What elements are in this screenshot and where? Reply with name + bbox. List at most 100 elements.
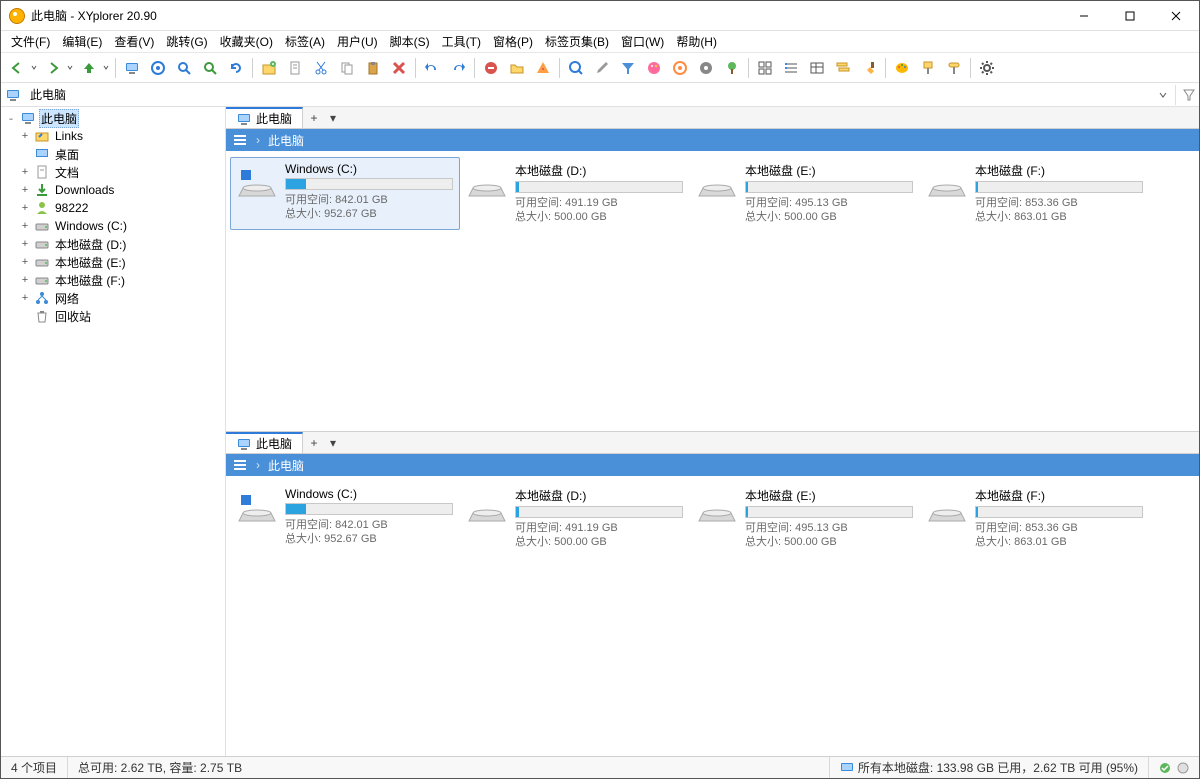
tree-expander[interactable]: + [19, 220, 31, 232]
tree-expander[interactable]: ˗ [5, 112, 17, 124]
tab-dropdown-icon[interactable]: ▾ [325, 432, 341, 453]
zoom-blue-icon[interactable] [564, 56, 588, 80]
up-icon[interactable] [77, 56, 101, 80]
folder-tree[interactable]: ˗此电脑+Links桌面+文档+Downloads+98222+Windows … [1, 107, 226, 756]
menu-item[interactable]: 窗格(P) [487, 31, 539, 52]
drive-item[interactable]: 本地磁盘 (F:)可用空间: 853.36 GB总大小: 863.01 GB [920, 482, 1150, 555]
tree-expander[interactable]: + [19, 130, 31, 142]
menu-item[interactable]: 跳转(G) [160, 31, 213, 52]
menu-item[interactable]: 标签页集(B) [539, 31, 615, 52]
target-orange-icon[interactable] [668, 56, 692, 80]
close-button[interactable] [1153, 1, 1199, 31]
hamburger-icon[interactable] [232, 460, 248, 470]
tree-item[interactable]: +文档 [1, 163, 225, 181]
menu-item[interactable]: 查看(V) [108, 31, 160, 52]
tab-add-button[interactable]: + [303, 107, 325, 128]
details-icon[interactable] [779, 56, 803, 80]
tree-item[interactable]: +网络 [1, 289, 225, 307]
drive-item[interactable]: Windows (C:)可用空间: 842.01 GB总大小: 952.67 G… [230, 157, 460, 230]
menu-item[interactable]: 用户(U) [331, 31, 384, 52]
tree-item[interactable]: 桌面 [1, 145, 225, 163]
breadcrumb-item[interactable]: 此电脑 [268, 457, 304, 474]
tree-expander[interactable]: + [19, 184, 31, 196]
back-icon-dropdown[interactable] [29, 56, 39, 80]
menu-item[interactable]: 收藏夹(O) [214, 31, 279, 52]
list-icon[interactable] [805, 56, 829, 80]
tree-expander[interactable]: + [19, 256, 31, 268]
copy-icon[interactable] [335, 56, 359, 80]
tree-expander[interactable]: + [19, 238, 31, 250]
tree-expander[interactable]: + [19, 166, 31, 178]
drive-item[interactable]: 本地磁盘 (E:)可用空间: 495.13 GB总大小: 500.00 GB [690, 482, 920, 555]
search-blue-icon[interactable] [172, 56, 196, 80]
drive-item[interactable]: 本地磁盘 (D:)可用空间: 491.19 GB总大小: 500.00 GB [460, 157, 690, 230]
target-icon[interactable] [146, 56, 170, 80]
tree-expander[interactable]: + [19, 202, 31, 214]
menu-item[interactable]: 编辑(E) [56, 31, 108, 52]
refresh-icon[interactable] [224, 56, 248, 80]
drive-item[interactable]: 本地磁盘 (F:)可用空间: 853.36 GB总大小: 863.01 GB [920, 157, 1150, 230]
palette-icon[interactable] [642, 56, 666, 80]
folder-yellow-icon[interactable] [505, 56, 529, 80]
roller-icon[interactable] [942, 56, 966, 80]
monitor-icon[interactable] [120, 56, 144, 80]
up-icon-dropdown[interactable] [101, 56, 111, 80]
menu-item[interactable]: 脚本(S) [384, 31, 436, 52]
breadcrumb-item[interactable]: 此电脑 [268, 132, 304, 149]
menu-item[interactable]: 工具(T) [436, 31, 487, 52]
cut-icon[interactable] [309, 56, 333, 80]
search-green-icon[interactable] [198, 56, 222, 80]
brush-icon[interactable] [857, 56, 881, 80]
openwith-icon[interactable] [257, 56, 281, 80]
tree-item[interactable]: 回收站 [1, 307, 225, 325]
pizza-icon[interactable] [531, 56, 555, 80]
tree-item[interactable]: +98222 [1, 199, 225, 217]
tree-expander[interactable]: + [19, 292, 31, 304]
queue-icon[interactable] [831, 56, 855, 80]
minimize-button[interactable] [1061, 1, 1107, 31]
disc-grey-icon[interactable] [694, 56, 718, 80]
tree-item[interactable]: +本地磁盘 (F:) [1, 271, 225, 289]
doc-icon[interactable] [283, 56, 307, 80]
drive-item[interactable]: Windows (C:)可用空间: 842.01 GB总大小: 952.67 G… [230, 482, 460, 555]
funnel-icon[interactable] [616, 56, 640, 80]
menu-item[interactable]: 标签(A) [279, 31, 331, 52]
menu-item[interactable]: 文件(F) [5, 31, 56, 52]
menu-item[interactable]: 窗口(W) [615, 31, 670, 52]
tree-item[interactable]: +本地磁盘 (D:) [1, 235, 225, 253]
gear-icon[interactable] [975, 56, 999, 80]
paste-icon[interactable] [361, 56, 385, 80]
dropper-icon[interactable] [590, 56, 614, 80]
hamburger-icon[interactable] [232, 135, 248, 145]
stop-red-icon[interactable] [479, 56, 503, 80]
tab[interactable]: 此电脑 [226, 432, 303, 453]
forward-icon[interactable] [41, 56, 65, 80]
tree-green-icon[interactable] [720, 56, 744, 80]
address-dropdown-icon[interactable] [1155, 87, 1171, 103]
tree-item[interactable]: +Windows (C:) [1, 217, 225, 235]
tree-root[interactable]: ˗此电脑 [1, 109, 225, 127]
address-input[interactable]: 此电脑 [25, 84, 1151, 105]
drive-item[interactable]: 本地磁盘 (E:)可用空间: 495.13 GB总大小: 500.00 GB [690, 157, 920, 230]
tab[interactable]: 此电脑 [226, 107, 303, 128]
maximize-button[interactable] [1107, 1, 1153, 31]
tree-expander[interactable]: + [19, 274, 31, 286]
tree-item[interactable]: +Links [1, 127, 225, 145]
filter-icon[interactable] [1175, 85, 1195, 105]
tab-add-button[interactable]: + [303, 432, 325, 453]
tab-dropdown-icon[interactable]: ▾ [325, 107, 341, 128]
menu-item[interactable]: 帮助(H) [670, 31, 723, 52]
undo-icon[interactable] [420, 56, 444, 80]
redo-icon[interactable] [446, 56, 470, 80]
delete-icon[interactable] [387, 56, 411, 80]
tree-item[interactable]: +本地磁盘 (E:) [1, 253, 225, 271]
grid-icon[interactable] [753, 56, 777, 80]
drive-item[interactable]: 本地磁盘 (D:)可用空间: 491.19 GB总大小: 500.00 GB [460, 482, 690, 555]
tree-item[interactable]: +Downloads [1, 181, 225, 199]
back-icon[interactable] [5, 56, 29, 80]
file-view[interactable]: Windows (C:)可用空间: 842.01 GB总大小: 952.67 G… [226, 151, 1199, 431]
paint-icon[interactable] [916, 56, 940, 80]
palette2-icon[interactable] [890, 56, 914, 80]
forward-icon-dropdown[interactable] [65, 56, 75, 80]
file-view[interactable]: Windows (C:)可用空间: 842.01 GB总大小: 952.67 G… [226, 476, 1199, 756]
